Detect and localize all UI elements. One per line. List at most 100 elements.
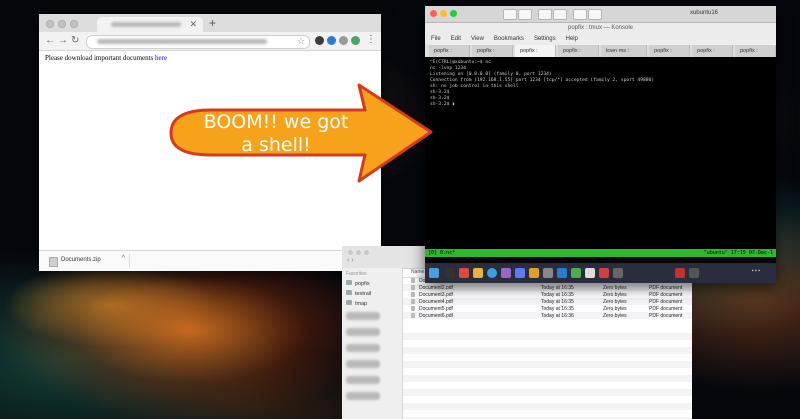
- vm-hostname: xubuntu16: [689, 10, 718, 16]
- minimize-dot-icon[interactable]: [440, 10, 447, 17]
- terminal-window: xubuntu16 popfix : tmux — Konsole File Ed…: [425, 6, 777, 283]
- terminal-line: sh-3.2$ ▮: [430, 102, 455, 107]
- file-size: Zero bytes: [603, 313, 627, 319]
- extension-icon[interactable]: [351, 36, 360, 45]
- app-menu-icon[interactable]: [429, 268, 439, 278]
- terminal-tab[interactable]: popfix : bash: [429, 45, 470, 66]
- vm-toolbar-icon[interactable]: [518, 9, 532, 20]
- zoom-dot-icon[interactable]: [70, 20, 78, 28]
- new-tab-icon[interactable]: +: [209, 16, 216, 30]
- close-dot-icon[interactable]: [348, 250, 353, 255]
- blurred-sidebar-item: [346, 360, 380, 368]
- app-icon[interactable]: [613, 268, 623, 278]
- app-icon[interactable]: [515, 268, 525, 278]
- address-bar[interactable]: ☆: [86, 35, 310, 49]
- terminal-tab[interactable]: popfix : bash: [735, 45, 777, 66]
- terminal-tab[interactable]: popfix : bash: [649, 45, 691, 66]
- file-list: Document1.pdfToday at 16:481.1 kBPDF doc…: [403, 277, 692, 319]
- zoom-dot-icon[interactable]: [364, 250, 369, 255]
- back-icon[interactable]: ←: [45, 35, 55, 46]
- extension-icon[interactable]: [327, 36, 336, 45]
- browser-toolbar: ← → ↻ ☆ ⋮: [39, 32, 381, 51]
- zoom-dot-icon[interactable]: [450, 10, 457, 17]
- menu-item[interactable]: View: [471, 34, 484, 45]
- app-icon[interactable]: [675, 268, 685, 278]
- zip-file-icon: [49, 257, 58, 267]
- app-icon[interactable]: [459, 268, 469, 278]
- forward-icon[interactable]: →: [58, 35, 68, 46]
- konsole-title: popfix : tmux — Konsole: [425, 23, 776, 34]
- app-icon[interactable]: [585, 268, 595, 278]
- app-icon[interactable]: [473, 268, 483, 278]
- terminal-tab[interactable]: popfix : bash: [557, 45, 599, 66]
- reload-icon[interactable]: ↻: [71, 35, 79, 46]
- menu-item[interactable]: Edit: [451, 34, 461, 45]
- calendar-icon[interactable]: [557, 268, 567, 278]
- app-icon[interactable]: [529, 268, 539, 278]
- menu-item[interactable]: Settings: [534, 34, 556, 45]
- file-row[interactable]: Document4.pdf Today at 16:35 Zero bytes PDF…: [403, 298, 692, 305]
- window-controls: [46, 20, 78, 28]
- menu-item[interactable]: File: [431, 34, 441, 45]
- download-item[interactable]: Documents.zip ^: [43, 254, 130, 268]
- terminal-tab[interactable]: tcwn ms : bash: [600, 45, 648, 66]
- app-icon[interactable]: [501, 268, 511, 278]
- download-link[interactable]: here: [155, 54, 167, 62]
- blurred-sidebar-item: [346, 376, 380, 384]
- finder-nav-icon[interactable]: ‹ ›: [347, 257, 354, 264]
- blurred-sidebar-item: [346, 312, 380, 320]
- menu-item[interactable]: Help: [566, 34, 578, 45]
- close-dot-icon[interactable]: [46, 20, 54, 28]
- konsole-tabbar: popfix : bashpopfix : bashpopfix : tmuxp…: [425, 45, 777, 66]
- terminal-tab[interactable]: popfix : bash: [471, 45, 513, 66]
- vm-toolbar-icon[interactable]: [503, 9, 517, 20]
- file-row[interactable]: Document6.pdf Today at 16:36 Zero bytes PDF…: [403, 312, 692, 319]
- browser-icon[interactable]: [487, 268, 497, 278]
- app-icon[interactable]: [599, 268, 609, 278]
- terminal-output[interactable]: ^E(CTRL)@xubuntu:~$ nc nc -lvnp 1234 Liste…: [425, 57, 776, 249]
- page-content: Please download important documents here: [39, 51, 381, 65]
- file-list-background: [403, 326, 692, 419]
- vm-toolbar-icon[interactable]: [573, 9, 587, 20]
- callout-line-1: BOOM!! we got: [203, 111, 349, 133]
- browser-menu-icon[interactable]: ⋮: [366, 34, 376, 45]
- page-text: Please download important documents: [45, 54, 154, 62]
- sidebar-item[interactable]: popfix: [342, 279, 402, 289]
- sidebar-item[interactable]: testrail: [342, 289, 402, 299]
- house-icon: [346, 280, 352, 285]
- file-row[interactable]: Document2.pdf Today at 16:35 Zero bytes PDF…: [403, 284, 692, 291]
- app-icon[interactable]: [689, 268, 699, 278]
- file-row[interactable]: Document3.pdf Today at 16:35 Zero bytes PDF…: [403, 291, 692, 298]
- pdf-file-icon: [411, 292, 415, 297]
- menu-item[interactable]: Bookmarks: [494, 34, 524, 45]
- vm-toolbar-icon[interactable]: [538, 9, 552, 20]
- browser-tab[interactable]: ✕: [97, 17, 203, 32]
- vm-toolbar-icon[interactable]: [588, 9, 602, 20]
- callout-line-2: a shell!: [241, 134, 311, 156]
- window-controls: [348, 250, 369, 255]
- terminal-tab[interactable]: popfix : bash: [692, 45, 734, 66]
- chevron-up-icon[interactable]: ^: [122, 255, 125, 262]
- pdf-file-icon: [411, 306, 415, 311]
- extension-icon[interactable]: [339, 36, 348, 45]
- app-icon[interactable]: [543, 268, 553, 278]
- file-date: Today at 16:36: [541, 313, 574, 319]
- close-dot-icon[interactable]: [430, 10, 437, 17]
- minimize-dot-icon[interactable]: [58, 20, 66, 28]
- terminal-tab[interactable]: popfix : tmux: [514, 45, 556, 66]
- app-icon[interactable]: [571, 268, 581, 278]
- terminal-app-icon[interactable]: [445, 268, 455, 278]
- file-row[interactable]: Document5.pdf Today at 16:35 Zero bytes PDF…: [403, 305, 692, 312]
- callout-text: BOOM!! we got a shell!: [188, 111, 364, 157]
- vm-toolbar-icon[interactable]: [553, 9, 567, 20]
- tab-close-icon[interactable]: ✕: [189, 19, 197, 30]
- sidebar-section-label: Favorites: [346, 271, 367, 277]
- sidebar-item[interactable]: tmap: [342, 299, 402, 309]
- blurred-sidebar-item: [346, 344, 380, 352]
- bookmark-star-icon[interactable]: ☆: [297, 36, 305, 47]
- extension-icon[interactable]: [315, 36, 324, 45]
- file-kind: PDF document: [649, 313, 683, 319]
- column-header-name[interactable]: Name: [411, 269, 424, 275]
- blurred-url: [97, 39, 267, 44]
- minimize-dot-icon[interactable]: [356, 250, 361, 255]
